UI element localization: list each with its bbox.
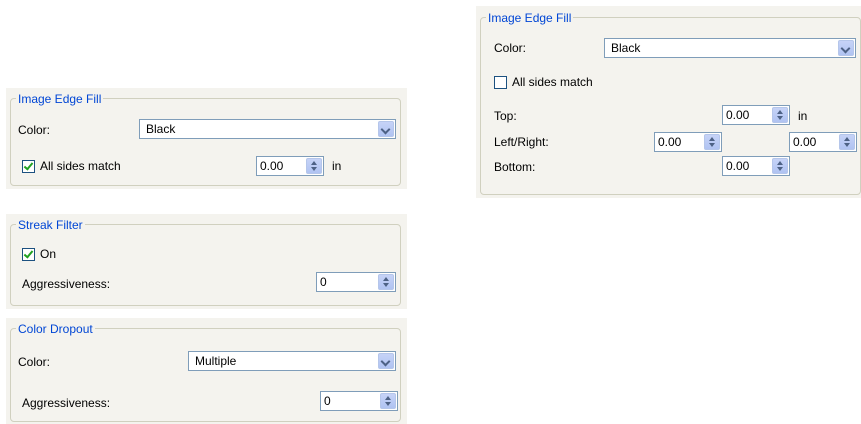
right-color-select[interactable]: Black [604, 38, 856, 58]
streak-filter-panel: Streak Filter On Aggressiveness: 0 [6, 214, 407, 309]
chevron-down-icon[interactable] [378, 121, 394, 137]
spin-arrows-icon[interactable] [306, 158, 322, 174]
streak-aggressiveness-value: 0 [320, 275, 327, 289]
right-color-label: Color: [494, 41, 527, 55]
left-right-label: Left/Right: [494, 135, 549, 149]
streak-filter-on-checkbox[interactable] [22, 248, 35, 261]
spin-arrows-icon[interactable] [378, 274, 394, 290]
left-side-value: 0.00 [658, 135, 682, 149]
right-image-edge-fill-panel: Image Edge Fill Color: Black All sides m… [476, 6, 861, 198]
spin-arrows-icon[interactable] [772, 107, 788, 123]
right-side-spinner[interactable]: 0.00 [789, 132, 857, 152]
right-color-select-value: Black [611, 41, 641, 55]
dropout-aggressiveness-value: 0 [324, 394, 331, 408]
chevron-down-icon[interactable] [378, 353, 394, 369]
top-value: 0.00 [726, 108, 750, 122]
spin-arrows-icon[interactable] [704, 134, 720, 150]
right-side-value: 0.00 [793, 135, 817, 149]
bottom-spinner[interactable]: 0.00 [722, 156, 790, 176]
dropout-color-label: Color: [18, 355, 51, 369]
left-color-select-value: Black [146, 122, 176, 136]
spin-arrows-icon[interactable] [772, 158, 788, 174]
top-spinner[interactable]: 0.00 [722, 105, 790, 125]
left-side-spinner[interactable]: 0.00 [654, 132, 722, 152]
left-edge-amount-spinner[interactable]: 0.00 [256, 156, 324, 176]
chevron-down-icon[interactable] [838, 40, 854, 56]
left-unit-label: in [332, 159, 342, 173]
streak-filter-title: Streak Filter [16, 218, 85, 232]
color-dropout-panel: Color Dropout Color: Multiple Aggressive… [6, 318, 407, 424]
top-label: Top: [494, 109, 517, 123]
left-image-edge-fill-panel: Image Edge Fill Color: Black All sides m… [6, 88, 407, 189]
left-color-label: Color: [18, 123, 51, 137]
spin-arrows-icon[interactable] [839, 134, 855, 150]
streak-filter-group [10, 224, 401, 306]
right-all-sides-match-checkbox[interactable] [494, 76, 507, 89]
bottom-label: Bottom: [494, 160, 536, 174]
dropout-aggressiveness-label: Aggressiveness: [22, 396, 111, 410]
dropout-aggressiveness-spinner[interactable]: 0 [320, 391, 398, 411]
left-image-edge-fill-title: Image Edge Fill [16, 92, 104, 106]
left-edge-amount-value: 0.00 [260, 159, 284, 173]
spin-arrows-icon[interactable] [380, 393, 396, 409]
left-all-sides-match-label: All sides match [40, 159, 121, 173]
streak-aggressiveness-label: Aggressiveness: [22, 277, 111, 291]
right-all-sides-match-label: All sides match [512, 75, 593, 89]
right-unit-label: in [798, 109, 808, 123]
dropout-color-select-value: Multiple [195, 354, 237, 368]
left-color-select[interactable]: Black [139, 119, 396, 139]
bottom-value: 0.00 [726, 159, 750, 173]
streak-aggressiveness-spinner[interactable]: 0 [316, 272, 396, 292]
dropout-color-select[interactable]: Multiple [188, 351, 396, 371]
right-image-edge-fill-title: Image Edge Fill [486, 11, 574, 25]
left-all-sides-match-checkbox[interactable] [22, 160, 35, 173]
color-dropout-title: Color Dropout [16, 322, 95, 336]
streak-filter-on-label: On [40, 247, 57, 261]
